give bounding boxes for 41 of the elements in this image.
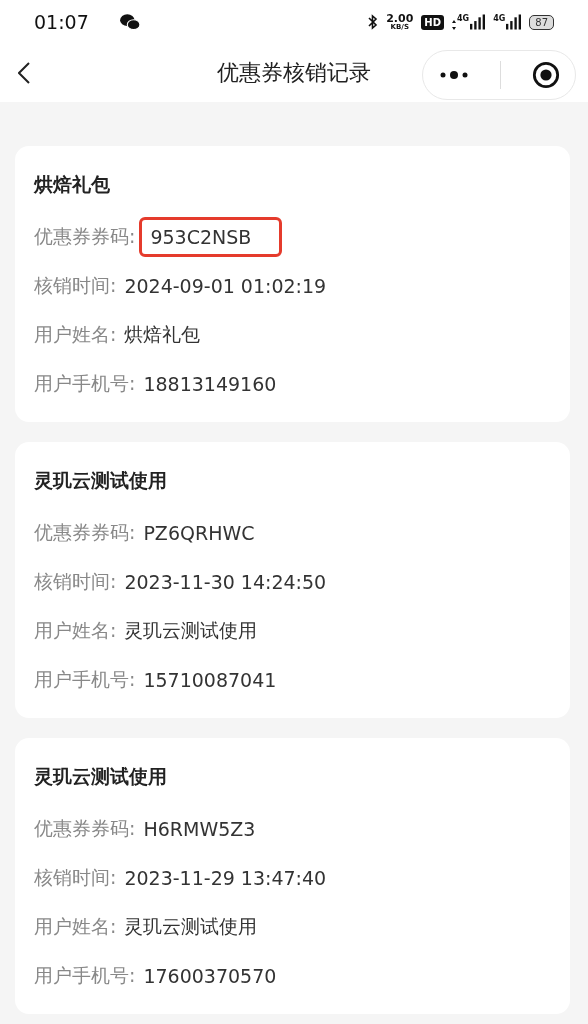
signal-icon (506, 14, 522, 30)
field-label: 核销时间: (34, 272, 117, 298)
status-time: 01:07 (34, 11, 89, 33)
back-icon[interactable] (18, 62, 30, 84)
field-value: H6RMW5Z3 (143, 817, 256, 840)
field-label: 核销时间: (34, 864, 117, 890)
field-value: 17600370570 (143, 964, 277, 987)
field-value: PZ6QRHWC (143, 521, 255, 544)
field-value: 2023-11-30 14:24:50 (124, 570, 327, 593)
signal-icon (470, 14, 486, 30)
field-value: 2024-09-01 01:02:19 (124, 274, 327, 297)
network-type: 4G (493, 14, 506, 23)
hd-badge: HD (421, 14, 444, 30)
field-label: 用户手机号: (34, 666, 136, 692)
record-title: 烘焙礼包 (34, 172, 111, 197)
field-value: 18813149160 (143, 372, 277, 395)
network-type: 4G (457, 14, 470, 23)
field-label: 用户姓名: (34, 321, 117, 347)
field-label: 优惠券券码: (34, 519, 136, 545)
field-label: 优惠券券码: (34, 223, 136, 249)
field-label: 用户姓名: (34, 617, 117, 643)
field-value: 15710087041 (143, 668, 277, 691)
bluetooth-icon (368, 14, 379, 30)
field-value: 灵玑云测试使用 (124, 617, 258, 643)
field-label: 核销时间: (34, 568, 117, 594)
net-speed: 2.00 (386, 13, 414, 24)
record-title: 灵玑云测试使用 (34, 764, 168, 789)
field-value: 953C2NSB (139, 216, 283, 257)
field-value: 灵玑云测试使用 (124, 913, 258, 939)
battery-indicator: 87 (529, 14, 554, 30)
record-title: 灵玑云测试使用 (34, 468, 168, 493)
data-arrows-icon (452, 20, 456, 30)
field-value: 烘焙礼包 (124, 321, 201, 347)
field-label: 优惠券券码: (34, 815, 136, 841)
field-label: 用户手机号: (34, 962, 136, 988)
chat-bubbles-icon (118, 13, 141, 31)
field-label: 用户手机号: (34, 370, 136, 396)
field-label: 用户姓名: (34, 913, 117, 939)
field-value: 2023-11-29 13:47:40 (124, 866, 327, 889)
page-title: 优惠券核销记录 (217, 59, 371, 87)
more-icon[interactable] (438, 70, 469, 80)
